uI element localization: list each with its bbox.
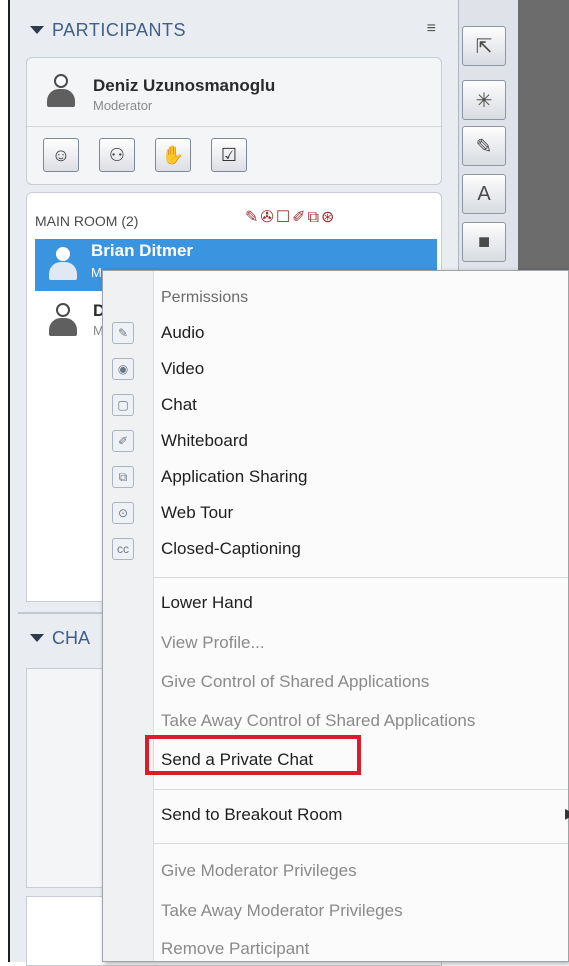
select-tool-button[interactable]: ⇱ (462, 26, 506, 66)
menu-item-give-control: Give Control of Shared Applications (161, 672, 430, 691)
room-permission-icons[interactable]: ✎✇☐✐⧉⊛ (245, 207, 336, 227)
shape-tool-button[interactable]: ■ (462, 222, 506, 262)
raise-hand-icon: ✋ (161, 144, 185, 165)
divider (27, 126, 441, 127)
poll-button[interactable]: ☑ (211, 138, 247, 172)
cc-icon: cc (112, 538, 134, 560)
web-tour-icon: ⊙ (112, 502, 134, 524)
pencil-tool-button[interactable]: ✎ (462, 126, 506, 166)
audio-icon: ✎ (112, 322, 134, 344)
menu-separator (153, 843, 568, 844)
menu-separator (153, 577, 568, 578)
avatar (49, 303, 77, 337)
submenu-arrow-icon: ▶ (565, 805, 569, 822)
menu-item-lower-hand[interactable]: Lower Hand (161, 593, 253, 613)
text-tool-button[interactable]: A (462, 174, 506, 214)
profile-button[interactable]: ⚇ (99, 138, 135, 172)
menu-item-remove-participant: Remove Participant (161, 939, 310, 958)
shape-icon: ■ (477, 230, 491, 253)
panel-menu-icon[interactable]: ≡ (427, 20, 436, 38)
current-user-name: Deniz Uzunosmanoglu (93, 76, 276, 95)
select-icon: ⇱ (475, 35, 493, 58)
menu-item-video[interactable]: Video (161, 359, 204, 379)
menu-item-whiteboard[interactable]: Whiteboard (161, 431, 248, 451)
whiteboard-pencil-icon: ✐ (112, 430, 134, 452)
collapse-triangle-icon[interactable] (30, 26, 44, 34)
avatar (49, 247, 77, 281)
emoticon-icon: ☺ (51, 144, 71, 165)
menu-item-chat[interactable]: Chat (161, 395, 197, 415)
highlight-box (145, 735, 361, 775)
webcam-icon: ◉ (112, 358, 134, 380)
app-sharing-icon: ⧉ (112, 466, 134, 488)
participants-title: PARTICIPANTS (52, 20, 187, 40)
laser-pointer-button[interactable]: ✳ (462, 80, 506, 120)
collapse-triangle-icon[interactable] (30, 634, 44, 642)
participant-role: M (91, 265, 102, 280)
current-user-role: Moderator (93, 98, 153, 113)
participant-name: Brian Ditmer (91, 241, 194, 260)
laser-pointer-icon: ✳ (475, 89, 493, 112)
current-user-card: Deniz Uzunosmanoglu Moderator ☺ ⚇ ✋ ☑ (26, 57, 442, 185)
emoticon-button[interactable]: ☺ (43, 138, 79, 172)
participant-context-menu: Permissions ✎ Audio ◉ Video ▢ Chat ✐ Whi… (102, 270, 569, 962)
participants-header[interactable]: PARTICIPANTS ≡ (18, 10, 442, 50)
menu-item-give-moderator: Give Moderator Privileges (161, 861, 357, 880)
text-tool-icon: A (477, 182, 491, 205)
chat-title: CHA (52, 628, 91, 648)
chat-icon: ▢ (112, 394, 134, 416)
menu-item-take-control: Take Away Control of Shared Applications (161, 711, 476, 730)
menu-item-audio[interactable]: Audio (161, 323, 204, 343)
menu-item-closed-captioning[interactable]: Closed-Captioning (161, 539, 301, 559)
profile-icon: ⚇ (108, 144, 126, 165)
menu-item-send-to-breakout-room[interactable]: Send to Breakout Room (161, 805, 342, 825)
poll-check-icon: ☑ (220, 144, 238, 165)
permissions-header: Permissions (161, 289, 249, 306)
raise-hand-button[interactable]: ✋ (155, 138, 191, 172)
whiteboard-canvas[interactable] (518, 0, 569, 270)
main-room-label: MAIN ROOM (2) (35, 213, 139, 229)
menu-item-view-profile: View Profile... (161, 633, 265, 652)
menu-item-application-sharing[interactable]: Application Sharing (161, 467, 307, 487)
avatar (47, 74, 75, 108)
menu-separator (153, 789, 568, 790)
menu-item-web-tour[interactable]: Web Tour (161, 503, 233, 523)
pencil-icon: ✎ (475, 135, 493, 158)
menu-item-take-moderator: Take Away Moderator Privileges (161, 901, 403, 920)
